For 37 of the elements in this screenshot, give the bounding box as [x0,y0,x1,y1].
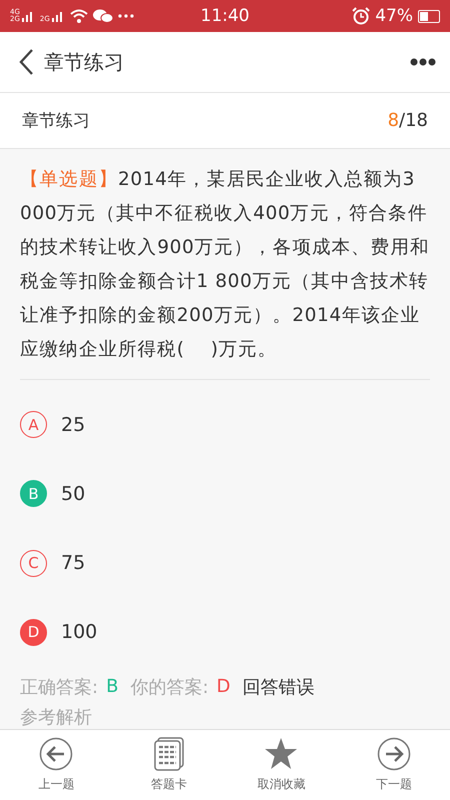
option-letter: A [20,411,47,438]
more-icon [118,13,134,19]
clock-time: 11:40 [200,6,250,26]
battery-percent: 47% [375,6,413,26]
signal-icon [50,9,65,23]
current-number: 8 [388,110,400,131]
your-answer: D [216,676,230,698]
analysis-heading: 参考解析 [20,706,92,729]
answer-option[interactable]: D 100 [20,598,98,667]
answer-option[interactable]: C 75 [20,528,86,598]
star-icon [264,737,298,771]
tab-button[interactable]: 上一题 [0,730,112,800]
tab-button[interactable]: 下一题 [338,730,450,800]
your-answer-label: 你的答案: [130,676,209,699]
answer-option[interactable]: B 50 [20,459,86,528]
correct-answer-label: 正确答案: [20,676,98,699]
chat-icon [92,9,113,23]
question-text: 【单选题】2014年，某居民企业收入总额为3 000万元（其中不征税收入400万元，符合条件的技术转让收入900万元），各项成本、费用和税金等扣除金额合计1 800万元（其中含技术转让准予扣除的金额200万元）。2014年该企业应缴纳企业所得税( )万元。 [20,168,430,362]
alarm-icon [352,7,370,25]
option-letter: D [20,618,47,646]
page-title: 章节练习 [44,48,125,76]
more-icon [410,58,436,66]
battery-icon [418,10,440,22]
correct-answer: B [106,676,118,698]
wifi-icon [70,9,88,23]
option-letter: C [20,550,47,577]
tab-button[interactable]: 取消收藏 [225,730,338,800]
tab-button[interactable]: 答题卡 [112,730,225,800]
total-count: /18 [399,110,428,131]
answer-sheet-icon [152,737,185,771]
option-letter: B [20,480,47,508]
answer-option[interactable]: A 25 [20,390,86,460]
back-button[interactable] [18,48,34,76]
chapter-title: 章节练习 [22,110,90,132]
signal-icon [20,9,35,23]
back-icon [18,48,34,76]
result-text: 回答错误 [242,676,314,699]
